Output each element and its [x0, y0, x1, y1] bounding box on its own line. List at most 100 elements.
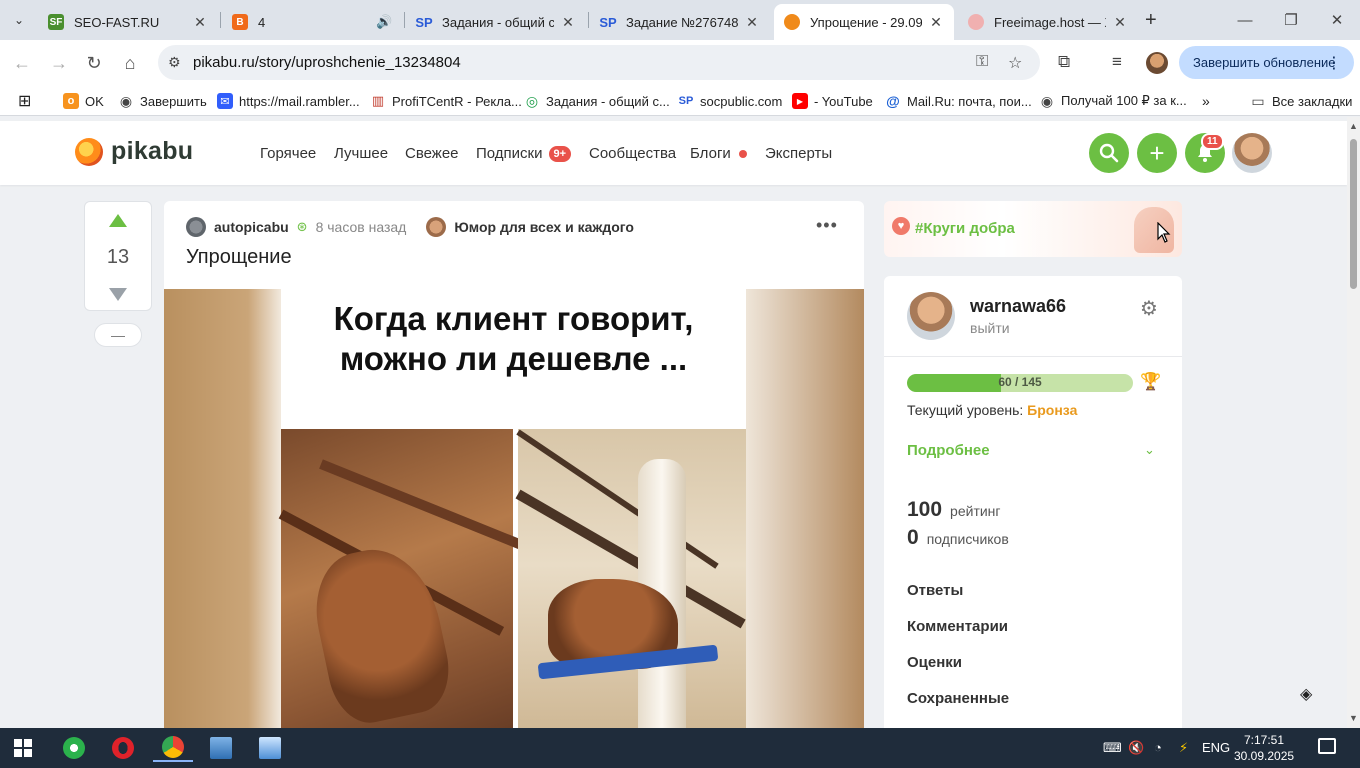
gear-icon[interactable]: ⚙ — [1140, 296, 1158, 321]
menu-dots-icon[interactable]: ⋮ — [1326, 53, 1342, 73]
tab-search-chevron-icon[interactable]: ⌄ — [6, 8, 32, 32]
restore-icon[interactable]: ❐ — [1271, 6, 1311, 34]
all-bookmarks[interactable]: ▭ Все закладки — [1250, 91, 1352, 111]
nav-subscriptions[interactable]: Подписки 9+ — [476, 145, 572, 162]
bookmark-profitcentr[interactable]: ▥ ProfiTCentR - Рекла... — [370, 91, 522, 111]
close-icon[interactable]: ✕ — [928, 14, 944, 31]
story-image[interactable]: Когда клиент говорит, можно ли дешевле .… — [164, 289, 864, 728]
taskbar-app-monitor[interactable] — [201, 734, 241, 762]
page-scrollbar[interactable]: ▲ ▼ — [1347, 117, 1360, 728]
nav-experts[interactable]: Эксперты — [765, 145, 832, 162]
back-arrow-icon[interactable]: ← — [10, 51, 34, 75]
taskbar-app-chrome[interactable] — [153, 734, 193, 762]
bookmark-rambler-mail[interactable]: ✉ https://mail.rambler... — [217, 91, 360, 111]
address-bar[interactable]: ⚙ pikabu.ru/story/uproshchenie_13234804 … — [158, 45, 1040, 80]
chevron-down-icon[interactable]: ⌄ — [1144, 442, 1155, 458]
speaker-icon[interactable]: 🔊 — [376, 14, 392, 30]
profile-divider — [884, 356, 1182, 357]
downvote-arrow-icon[interactable] — [109, 288, 127, 301]
action-center-icon[interactable] — [1318, 738, 1336, 754]
story-rating: 13 — [106, 246, 130, 268]
bookmark-star-icon[interactable]: ☆ — [1008, 53, 1022, 73]
media-playlist-icon[interactable]: ≡ — [1112, 52, 1122, 72]
tab-socpublic-tasks[interactable]: SP Задания - общий сп ✕ — [406, 4, 586, 40]
close-icon[interactable]: ✕ — [560, 14, 576, 31]
kindness-circles-banner[interactable]: ♥ #Круги добра — [884, 201, 1182, 257]
site-info-icon[interactable]: ⚙ — [168, 54, 181, 71]
extensions-puzzle-icon[interactable]: ⧉ — [1058, 52, 1070, 72]
profile-avatar[interactable] — [907, 292, 955, 340]
user-avatar[interactable] — [1232, 133, 1272, 173]
url-text[interactable]: pikabu.ru/story/uproshchenie_13234804 — [193, 54, 461, 71]
tab-freeimage[interactable]: Freeimage.host — Xo ✕ — [958, 4, 1138, 40]
home-icon[interactable]: ⌂ — [118, 51, 142, 75]
password-key-icon[interactable]: ⚿ — [976, 53, 988, 71]
tab-blogger[interactable]: B 4 🔊 — [222, 4, 402, 40]
scrollbar-thumb[interactable] — [1350, 139, 1357, 289]
scroll-up-arrow-icon[interactable]: ▲ — [1349, 121, 1358, 131]
nav-hot[interactable]: Горячее — [260, 145, 316, 162]
nav-best[interactable]: Лучшее — [334, 145, 388, 162]
profile-link-comments[interactable]: Комментарии — [907, 618, 1008, 635]
bookmark-youtube[interactable]: ▶ - YouTube — [792, 91, 873, 111]
promo-text: #Круги добра — [915, 220, 1015, 237]
community-name[interactable]: Юмор для всех и каждого — [454, 219, 634, 235]
taskbar-app-opera[interactable] — [103, 734, 143, 762]
upvote-arrow-icon[interactable] — [109, 214, 127, 227]
bookmark-ok[interactable]: o OK — [63, 91, 104, 111]
author-name[interactable]: autopicabu — [214, 219, 289, 235]
power-tray-icon[interactable]: ⚡ — [1179, 740, 1188, 756]
scroll-down-arrow-icon[interactable]: ▼ — [1349, 713, 1358, 723]
speaker-muted-icon[interactable]: 🔇 — [1128, 740, 1144, 756]
bookmark-mailru[interactable]: @ Mail.Ru: почта, пои... — [885, 91, 1032, 111]
taskbar-app-paint[interactable] — [250, 734, 290, 762]
trophy-icon[interactable]: 🏆 — [1140, 372, 1161, 392]
nav-blogs[interactable]: Блоги — [690, 145, 747, 162]
bookmark-tasks[interactable]: ◎ Задания - общий с... — [524, 91, 670, 111]
story-title[interactable]: Упрощение — [186, 246, 292, 269]
language-indicator[interactable]: ENG — [1202, 740, 1230, 755]
level-progress-bar: 60 / 145 — [907, 374, 1133, 392]
keyboard-tray-icon[interactable]: ⌨ — [1103, 740, 1122, 756]
windows-start-icon[interactable] — [14, 739, 32, 757]
nav-communities[interactable]: Сообщества — [589, 145, 676, 162]
bookmark-get-100[interactable]: ◉ Получай 100 ₽ за к... — [1039, 91, 1187, 111]
taskbar-app-ie-green[interactable] — [54, 734, 94, 762]
more-bookmarks-chevron-icon[interactable]: » — [1202, 91, 1210, 111]
close-icon[interactable]: ✕ — [1112, 14, 1128, 31]
search-button[interactable] — [1089, 133, 1129, 173]
details-link[interactable]: Подробнее — [907, 442, 990, 459]
system-clock[interactable]: 7:17:51 30.09.2025 — [1234, 732, 1294, 764]
profile-link-answers[interactable]: Ответы — [907, 582, 963, 599]
bookmark-socpublic[interactable]: SP socpublic.com — [678, 91, 783, 111]
tab-pikabu-active[interactable]: Упрощение - 29.09.2 ✕ — [774, 4, 954, 40]
browser-profile-avatar[interactable] — [1146, 52, 1168, 74]
apps-grid-icon[interactable]: ⊞ — [18, 91, 31, 111]
profile-link-saved[interactable]: Сохраненные — [907, 690, 1009, 707]
new-tab-plus-icon[interactable]: + — [1145, 9, 1157, 32]
profile-username[interactable]: warnawa66 — [970, 296, 1066, 317]
nav-blogs-label: Блоги — [690, 145, 731, 162]
collapse-story-button[interactable]: — — [94, 323, 142, 347]
pikabu-logo[interactable]: pikabu — [75, 137, 193, 166]
close-icon[interactable]: ✕ — [744, 14, 760, 31]
tab-seo-fast[interactable]: SF SEO-FAST.RU ✕ — [38, 4, 218, 40]
profile-link-ratings[interactable]: Оценки — [907, 654, 962, 671]
network-icon[interactable]: ◔ — [1154, 740, 1162, 755]
add-post-button[interactable]: + — [1137, 133, 1177, 173]
forward-arrow-icon[interactable]: → — [47, 51, 71, 75]
reload-icon[interactable]: ↻ — [82, 51, 106, 75]
minimize-icon[interactable]: — — [1225, 6, 1265, 34]
bookmark-finish[interactable]: ◉ Завершить — [118, 91, 207, 111]
window-close-icon[interactable]: ✕ — [1317, 6, 1357, 34]
story-more-dots-icon[interactable]: ••• — [816, 215, 838, 236]
author-avatar[interactable] — [186, 217, 206, 237]
tab-socpublic-task[interactable]: SP Задание №2767484 ✕ — [590, 4, 770, 40]
close-icon[interactable]: ✕ — [192, 14, 208, 31]
community-avatar[interactable] — [426, 217, 447, 237]
finish-update-button[interactable]: Завершить обновление ⋮ — [1179, 46, 1354, 79]
bookmark-label: Mail.Ru: почта, пои... — [907, 93, 1032, 109]
logout-link[interactable]: выйти — [970, 320, 1010, 336]
mouse-cursor-icon — [1157, 222, 1171, 243]
nav-fresh[interactable]: Свежее — [405, 145, 459, 162]
